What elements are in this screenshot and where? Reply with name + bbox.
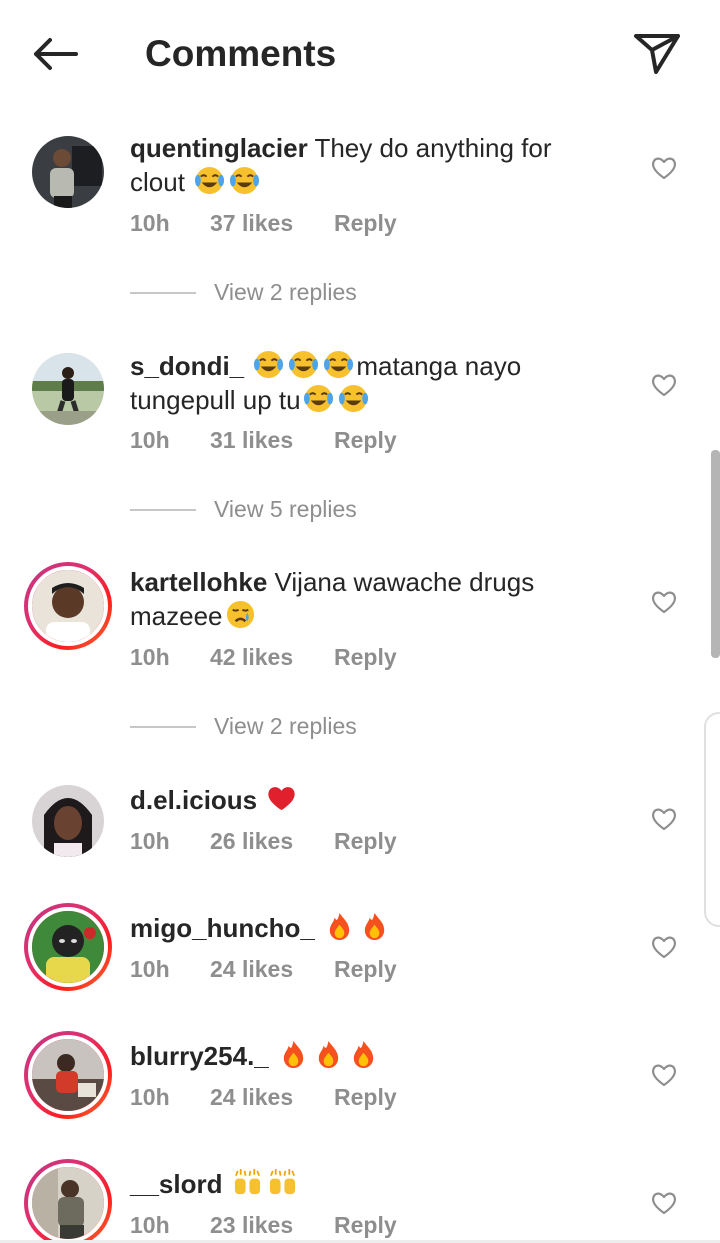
heart-outline-icon: [652, 936, 676, 959]
red-heart-icon: [266, 783, 297, 814]
like-button[interactable]: [650, 154, 678, 182]
comment-meta: 10h 31 likes Reply: [130, 425, 397, 455]
username[interactable]: blurry254._: [130, 1041, 269, 1071]
reply-button[interactable]: Reply: [334, 954, 397, 984]
fire-icon: [359, 911, 390, 942]
avatar-story-ring[interactable]: [24, 1031, 112, 1119]
comment-meta: 10h 42 likes Reply: [130, 642, 397, 672]
face-with-tears-of-joy-icon: [194, 165, 225, 196]
comment-content: [223, 1169, 230, 1199]
like-button[interactable]: [650, 588, 678, 616]
like-count[interactable]: 31 likes: [210, 425, 334, 455]
face-with-tears-of-joy-icon: [253, 349, 284, 380]
comment-meta: 10h 37 likes Reply: [130, 208, 397, 238]
comment-meta: 10h 23 likes Reply: [130, 1210, 397, 1240]
view-replies-label: View 5 replies: [214, 496, 357, 522]
like-button[interactable]: [650, 1189, 678, 1217]
username[interactable]: s_dondi_: [130, 351, 244, 381]
back-button[interactable]: [28, 30, 84, 78]
heart-outline-icon: [652, 591, 676, 614]
face-with-tears-of-joy-icon: [229, 165, 260, 196]
reply-button[interactable]: Reply: [334, 826, 397, 856]
face-with-tears-of-joy-icon: [323, 349, 354, 380]
comment-text: s_dondi_ matanga nayo tungepull up tu: [130, 349, 610, 417]
comment-content: [244, 351, 251, 381]
like-count[interactable]: 24 likes: [210, 1082, 334, 1112]
fire-icon: [278, 1039, 309, 1070]
fire-icon: [348, 1039, 379, 1070]
comment-content: [269, 1041, 276, 1071]
divider: [130, 726, 196, 728]
heart-outline-icon: [652, 374, 676, 397]
fire-icon: [324, 911, 355, 942]
like-count[interactable]: 24 likes: [210, 954, 334, 984]
edge-panel-handle[interactable]: [704, 712, 720, 927]
like-count[interactable]: 42 likes: [210, 642, 334, 672]
timestamp: 10h: [130, 956, 170, 982]
like-button[interactable]: [650, 1061, 678, 1089]
username[interactable]: kartellohke: [130, 567, 267, 597]
avatar[interactable]: [32, 136, 104, 208]
divider: [130, 292, 196, 294]
heart-outline-icon: [652, 808, 676, 831]
timestamp: 10h: [130, 210, 170, 236]
raising-hands-icon: [232, 1167, 263, 1198]
comment-meta: 10h 26 likes Reply: [130, 826, 397, 856]
timestamp: 10h: [130, 1084, 170, 1110]
avatar-story-ring[interactable]: [24, 903, 112, 991]
timestamp: 10h: [130, 828, 170, 854]
header-bar: Comments: [0, 0, 720, 108]
avatar[interactable]: [32, 353, 104, 425]
like-button[interactable]: [650, 805, 678, 833]
face-with-tears-of-joy-icon: [338, 383, 369, 414]
view-replies-label: View 2 replies: [214, 713, 357, 739]
reply-button[interactable]: Reply: [334, 1210, 397, 1240]
avatar[interactable]: [32, 785, 104, 857]
comments-list[interactable]: quentinglacier They do anything for clou…: [0, 108, 720, 1243]
share-button[interactable]: [630, 28, 684, 78]
heart-outline-icon: [652, 1192, 676, 1215]
avatar-story-ring[interactable]: [24, 1159, 112, 1243]
like-count[interactable]: 37 likes: [210, 208, 334, 238]
crying-face-icon: [225, 599, 256, 630]
face-with-tears-of-joy-icon: [288, 349, 319, 380]
username[interactable]: d.el.icious: [130, 785, 257, 815]
page-title: Comments: [145, 33, 337, 74]
like-button[interactable]: [650, 933, 678, 961]
like-button[interactable]: [650, 371, 678, 399]
username[interactable]: migo_huncho_: [130, 913, 315, 943]
view-replies-label: View 2 replies: [214, 279, 357, 305]
comment-meta: 10h 24 likes Reply: [130, 954, 397, 984]
avatar-story-ring[interactable]: [24, 562, 112, 650]
heart-outline-icon: [652, 157, 676, 180]
divider: [130, 509, 196, 511]
comment-text: kartellohke Vijana wawache drugs mazeee: [130, 566, 610, 633]
reply-button[interactable]: Reply: [334, 642, 397, 672]
comment-text: d.el.icious: [130, 783, 610, 817]
timestamp: 10h: [130, 644, 170, 670]
comment-text: quentinglacier They do anything for clou…: [130, 132, 610, 199]
username[interactable]: quentinglacier: [130, 133, 308, 163]
reply-button[interactable]: Reply: [334, 208, 397, 238]
heart-outline-icon: [652, 1064, 676, 1087]
reply-button[interactable]: Reply: [334, 425, 397, 455]
face-with-tears-of-joy-icon: [303, 383, 334, 414]
reply-button[interactable]: Reply: [334, 1082, 397, 1112]
paper-plane-icon: [634, 34, 680, 74]
raising-hands-icon: [267, 1167, 298, 1198]
comment-text: blurry254._: [130, 1039, 610, 1073]
like-count[interactable]: 23 likes: [210, 1210, 334, 1240]
comment-content: [315, 913, 322, 943]
comment-meta: 10h 24 likes Reply: [130, 1082, 397, 1112]
arrow-left-icon: [34, 38, 78, 70]
scrollbar-thumb[interactable]: [711, 450, 720, 658]
comment-content: [257, 785, 264, 815]
like-count[interactable]: 26 likes: [210, 826, 334, 856]
comment-text: __slord: [130, 1167, 610, 1201]
fire-icon: [313, 1039, 344, 1070]
timestamp: 10h: [130, 427, 170, 453]
timestamp: 10h: [130, 1212, 170, 1238]
comment-text: migo_huncho_: [130, 911, 610, 945]
username[interactable]: __slord: [130, 1169, 223, 1199]
